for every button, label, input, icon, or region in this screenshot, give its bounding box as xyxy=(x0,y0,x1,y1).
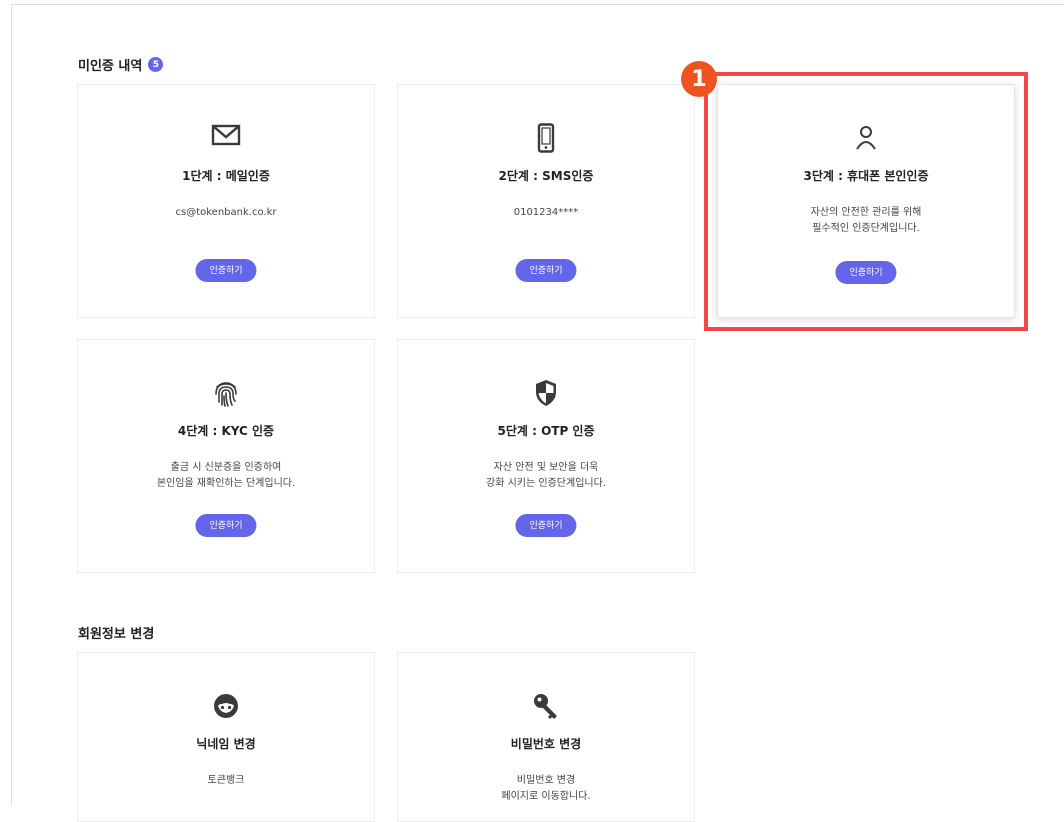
card-desc-line: 0101234**** xyxy=(513,207,579,218)
card-desc-line: 본인임을 재확인하는 단계입니다. xyxy=(156,478,296,489)
card-desc-line: 출금 시 신분증을 인증하여 xyxy=(170,462,282,473)
annotation-step-marker: 1 xyxy=(681,61,717,97)
card-description: 비밀번호 변경 페이지로 이동합니다. xyxy=(398,773,694,805)
shield-icon xyxy=(398,378,694,408)
face-icon xyxy=(78,691,374,721)
unverified-count-badge: 5 xyxy=(148,57,164,72)
verify-button-otp[interactable]: 인증하기 xyxy=(515,514,577,537)
card-desc-line: cs@tokenbank.co.kr xyxy=(175,207,277,218)
mail-verification-card: 1단계 : 메일인증 cs@tokenbank.co.kr 인증하기 xyxy=(77,84,375,318)
card-desc-line: 자산 안전 및 보안을 더욱 xyxy=(493,462,599,473)
verify-button-sms[interactable]: 인증하기 xyxy=(515,259,577,282)
card-title: 비밀번호 변경 xyxy=(510,737,582,751)
verify-button-mail[interactable]: 인증하기 xyxy=(195,259,257,282)
unverified-section-title: 미인증 내역 5 xyxy=(78,55,164,74)
card-desc-line: 토큰뱅크 xyxy=(207,775,245,786)
unverified-title-label: 미인증 내역 xyxy=(78,59,143,74)
card-title: 4단계 : KYC 인증 xyxy=(177,424,275,438)
otp-verification-card: 5단계 : OTP 인증 자산 안전 및 보안을 더욱 강화 시키는 인증단계입… xyxy=(397,339,695,573)
card-description: 토큰뱅크 xyxy=(78,773,374,789)
card-desc-line: 강화 시키는 인증단계입니다. xyxy=(486,478,606,489)
card-description: 출금 시 신분증을 인증하여 본인임을 재확인하는 단계입니다. xyxy=(78,460,374,492)
phone-icon xyxy=(398,123,694,153)
member-info-section-title: 회원정보 변경 xyxy=(78,623,154,642)
sms-verification-card: 2단계 : SMS인증 0101234**** 인증하기 xyxy=(397,84,695,318)
card-title: 5단계 : OTP 인증 xyxy=(497,424,595,438)
card-description: 자산 안전 및 보안을 더욱 강화 시키는 인증단계입니다. xyxy=(398,460,694,492)
key-icon xyxy=(398,691,694,721)
card-title: 닉네임 변경 xyxy=(196,737,256,751)
password-change-card[interactable]: 비밀번호 변경 비밀번호 변경 페이지로 이동합니다. xyxy=(397,652,695,822)
card-title: 2단계 : SMS인증 xyxy=(498,169,594,183)
card-desc-line: 페이지로 이동합니다. xyxy=(501,791,591,802)
card-description: cs@tokenbank.co.kr xyxy=(78,205,374,221)
card-description: 0101234**** xyxy=(398,205,694,221)
nickname-change-card[interactable]: 닉네임 변경 토큰뱅크 xyxy=(77,652,375,822)
card-title: 1단계 : 메일인증 xyxy=(182,169,270,183)
envelope-icon xyxy=(78,123,374,153)
annotation-highlight-box xyxy=(704,72,1028,331)
member-info-title-label: 회원정보 변경 xyxy=(78,627,155,642)
card-desc-line: 비밀번호 변경 xyxy=(516,775,576,786)
verify-button-kyc[interactable]: 인증하기 xyxy=(195,514,257,537)
kyc-verification-card: 4단계 : KYC 인증 출금 시 신분증을 인증하여 본인임을 재확인하는 단… xyxy=(77,339,375,573)
fingerprint-icon xyxy=(78,378,374,408)
